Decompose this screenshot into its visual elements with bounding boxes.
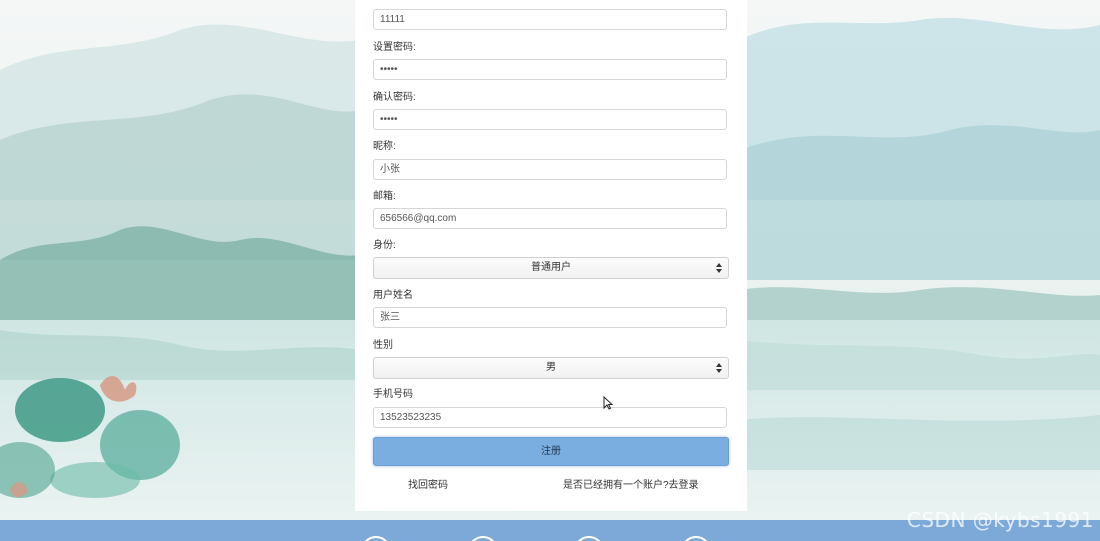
select-arrows-icon: [716, 363, 722, 373]
confirm-password-label: 确认密码:: [373, 92, 416, 103]
email-field[interactable]: 656566@qq.com: [373, 208, 727, 229]
confirm-password-field[interactable]: •••••: [373, 109, 727, 130]
forgot-password-link[interactable]: 找回密码: [408, 476, 448, 491]
footer-circle-icon[interactable]: [574, 536, 604, 541]
account-field[interactable]: 11111: [373, 9, 727, 30]
footer-circle-icon[interactable]: [361, 536, 391, 541]
phone-field[interactable]: 13523523235: [373, 407, 727, 428]
registration-page: 11111 设置密码: ••••• 确认密码: ••••• 昵称: 小张 邮箱:…: [0, 0, 1100, 541]
gender-selected-value: 男: [546, 362, 556, 373]
nickname-field[interactable]: 小张: [373, 159, 727, 180]
gender-label: 性别: [373, 340, 393, 351]
gender-select[interactable]: 男: [373, 357, 729, 379]
confirm-password-value: •••••: [380, 114, 398, 125]
password-field[interactable]: •••••: [373, 59, 727, 80]
nickname-value: 小张: [380, 164, 400, 175]
role-selected-value: 普通用户: [531, 262, 571, 273]
csdn-watermark: CSDN @kybs1991: [906, 508, 1094, 532]
password-label: 设置密码:: [373, 42, 416, 53]
realname-label: 用户姓名: [373, 290, 413, 301]
nickname-label: 昵称:: [373, 141, 396, 152]
footer-circle-icon[interactable]: [681, 536, 711, 541]
mouse-cursor-icon: [603, 396, 613, 410]
role-select[interactable]: 普通用户: [373, 257, 729, 279]
phone-value: 13523523235: [380, 412, 442, 423]
password-value: •••••: [380, 64, 398, 75]
realname-value: 张三: [380, 312, 400, 323]
email-value: 656566@qq.com: [380, 213, 457, 224]
footer-circle-icon[interactable]: [468, 536, 498, 541]
select-arrows-icon: [716, 263, 722, 273]
phone-label: 手机号码: [373, 389, 413, 400]
register-form-card: 11111 设置密码: ••••• 确认密码: ••••• 昵称: 小张 邮箱:…: [355, 0, 747, 511]
email-label: 邮箱:: [373, 191, 396, 202]
go-login-link[interactable]: 是否已经拥有一个账户?去登录: [563, 476, 699, 491]
account-value: 11111: [380, 14, 405, 25]
register-button[interactable]: 注册: [373, 437, 729, 466]
role-label: 身份:: [373, 240, 396, 251]
realname-field[interactable]: 张三: [373, 307, 727, 328]
